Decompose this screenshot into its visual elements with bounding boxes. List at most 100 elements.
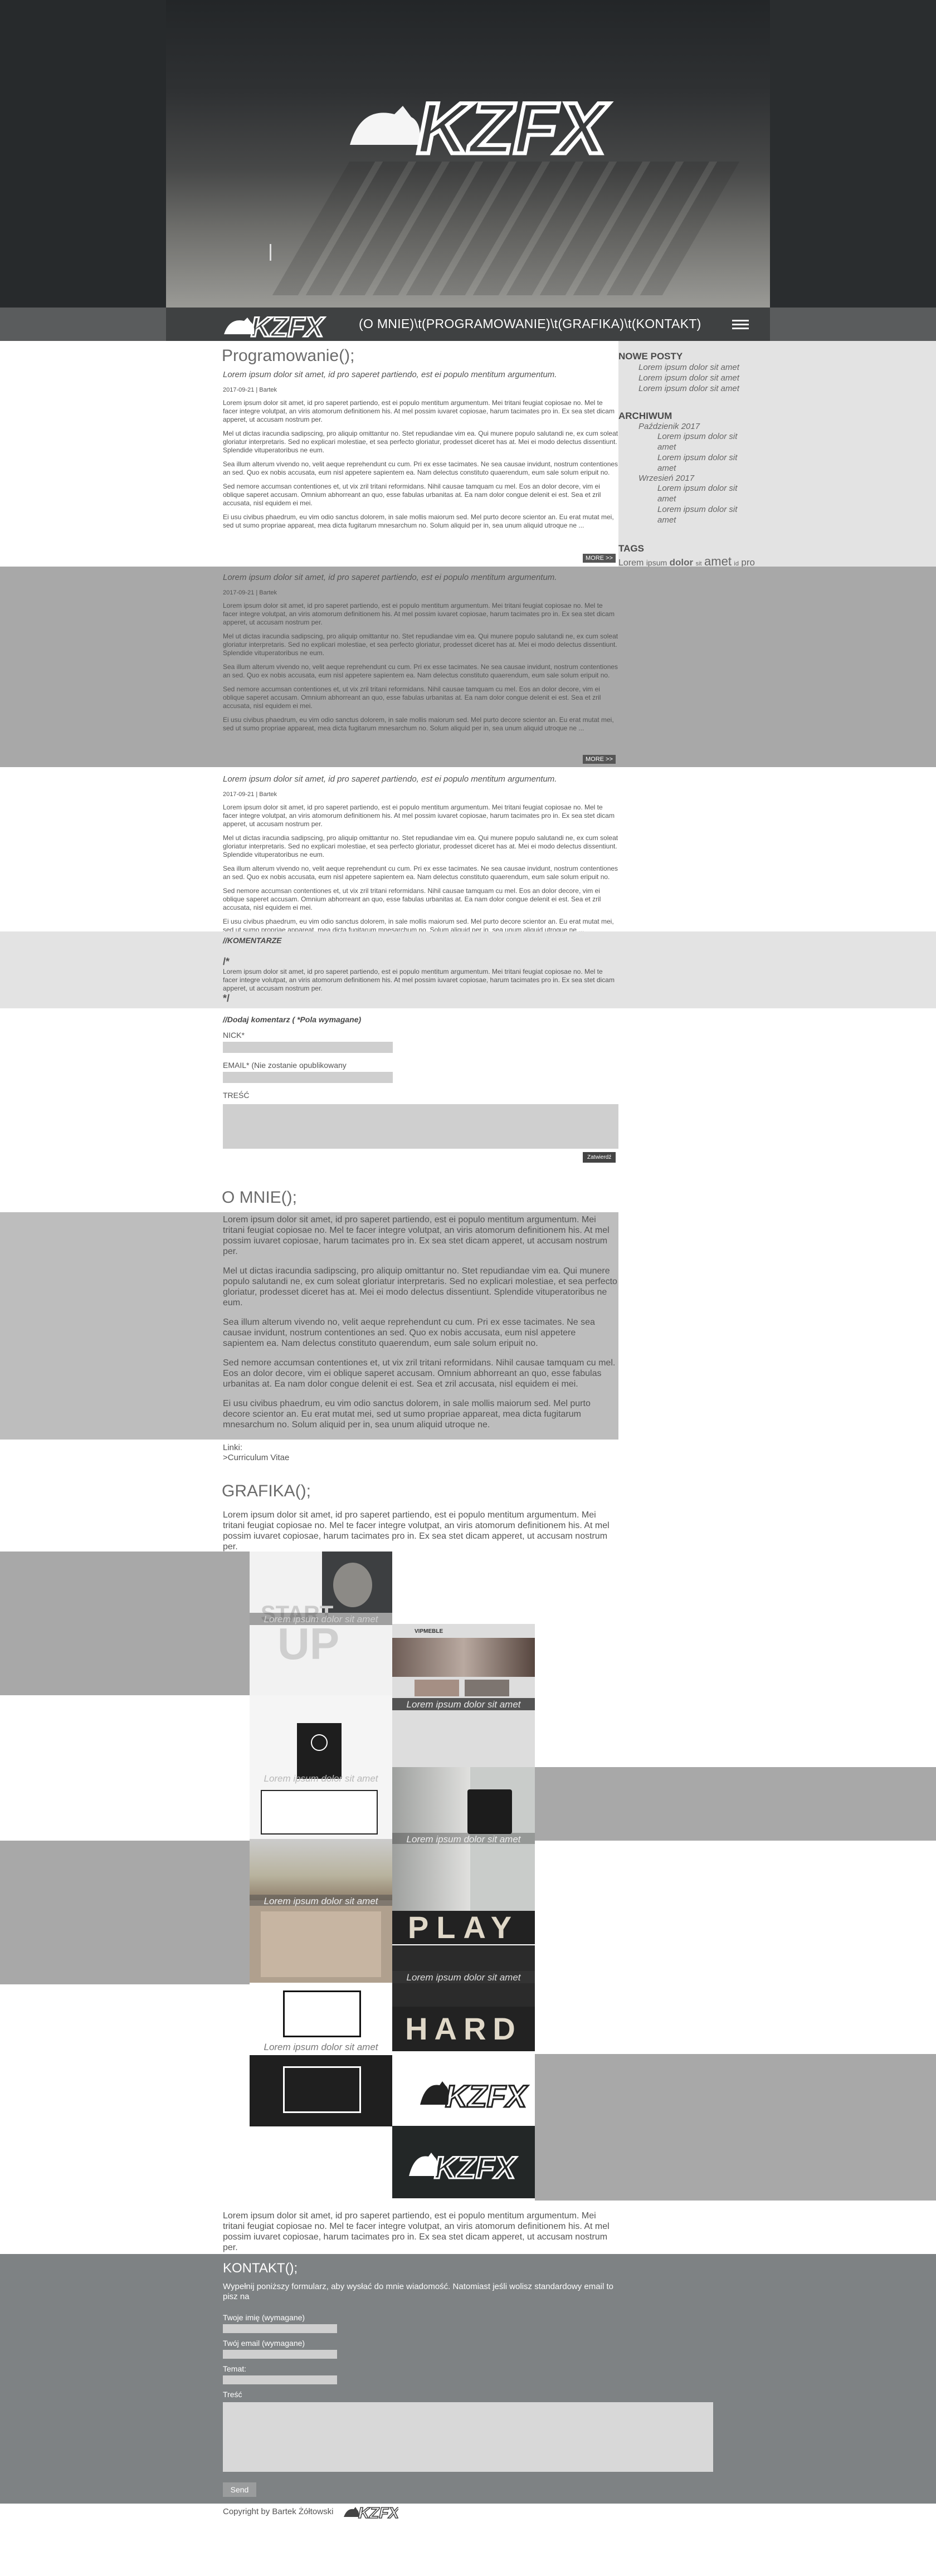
post-paragraph: Lorem ipsum dolor sit amet, id pro saper… bbox=[223, 803, 615, 828]
about-paragraph: Sea illum alterum vivendo no, velit aequ… bbox=[223, 1318, 595, 1348]
subject-input[interactable] bbox=[223, 2375, 337, 2384]
name-label: Twoje imię (wymagane) bbox=[223, 2313, 305, 2322]
post-paragraph: Sed nemore accumsan contentiones et, ut … bbox=[223, 482, 601, 507]
post-title[interactable]: Lorem ipsum dolor sit amet, id pro saper… bbox=[223, 774, 618, 784]
add-comment-heading: //Dodaj komentarz ( *Pola wymagane) bbox=[223, 1015, 362, 1024]
contact-email-input[interactable] bbox=[223, 2350, 337, 2359]
comment-close-marker: */ bbox=[223, 993, 230, 1004]
archive-month[interactable]: Wrzesień 2017 bbox=[638, 474, 758, 483]
gallery-tile-play-hard[interactable]: PLAY Lorem ipsum dolor sit amet HARD bbox=[392, 1911, 535, 2055]
tile-caption: Lorem ipsum dolor sit amet bbox=[406, 1834, 521, 1845]
svg-text:KZFX: KZFX bbox=[417, 87, 610, 167]
gallery-tile-web[interactable]: Lorem ipsum dolor sit amet bbox=[250, 1839, 392, 1983]
name-input[interactable] bbox=[223, 2324, 337, 2333]
new-posts-heading: NOWE POSTY bbox=[618, 351, 683, 362]
section-title-programming: Programowanie(); bbox=[222, 347, 355, 365]
post-paragraph: Ei usu civibus phaedrum, eu vim odio san… bbox=[223, 513, 614, 529]
more-button[interactable]: MORE >> bbox=[583, 755, 616, 764]
email-input[interactable] bbox=[223, 1072, 393, 1083]
contact-intro: Wypełnij poniższy formularz, aby wysłać … bbox=[223, 2282, 613, 2301]
kzfx-logo-dark: KZFX bbox=[409, 2149, 518, 2186]
comment-open-marker: /* bbox=[223, 956, 230, 967]
hamburger-menu-icon[interactable] bbox=[732, 320, 749, 330]
gallery-tile-vipmeble[interactable]: VIPMEBLE Lorem ipsum dolor sit amet bbox=[392, 1624, 535, 1768]
up-text: UP bbox=[277, 1619, 340, 1668]
footer-logo: KZFX bbox=[344, 2504, 398, 2520]
archive-link[interactable]: Lorem ipsum dolor sit amet bbox=[657, 483, 758, 504]
gallery-band bbox=[0, 1552, 250, 1695]
about-paragraph: Ei usu civibus phaedrum, eu vim odio san… bbox=[223, 1399, 591, 1430]
send-button[interactable]: Send bbox=[223, 2482, 256, 2497]
play-text: PLAY bbox=[392, 1911, 535, 1944]
gallery-band bbox=[535, 2054, 936, 2201]
keyboard-photo-texture bbox=[272, 162, 740, 295]
more-button[interactable]: MORE >> bbox=[583, 554, 616, 563]
nick-label: NICK* bbox=[223, 1031, 245, 1040]
post-paragraph: Sed nemore accumsan contentiones et, ut … bbox=[223, 685, 601, 710]
hero-banner: KZFX bbox=[166, 0, 770, 308]
nav-logo[interactable]: KZFX bbox=[222, 310, 339, 340]
tile-caption: Lorem ipsum dolor sit amet bbox=[264, 1614, 378, 1624]
links-label: Linki: bbox=[223, 1443, 243, 1452]
hero-right-band bbox=[770, 0, 936, 308]
svg-text:KZFX: KZFX bbox=[434, 2150, 518, 2185]
contact-email-label: Twój email (wymagane) bbox=[223, 2339, 305, 2348]
post-meta: 2017-09-21 | Bartek bbox=[223, 791, 277, 798]
about-content: Lorem ipsum dolor sit amet, id pro saper… bbox=[223, 1214, 618, 1430]
gallery-tile-startup[interactable]: START UP Lorem ipsum dolor sit amet bbox=[250, 1552, 392, 1695]
cv-link[interactable]: >Curriculum Vitae bbox=[223, 1453, 289, 1463]
hero-left-band bbox=[0, 0, 166, 308]
comment-text-label: TREŚĆ bbox=[223, 1091, 250, 1100]
tile-caption: Lorem ipsum dolor sit amet bbox=[264, 1773, 378, 1784]
about-paragraph: Sed nemore accumsan contentiones et, ut … bbox=[223, 1358, 616, 1389]
copyright: Copyright by Bartek Żółtowski bbox=[223, 2507, 334, 2516]
tag-link[interactable]: ipsum bbox=[646, 558, 667, 567]
tile-caption: Lorem ipsum dolor sit amet bbox=[406, 1972, 521, 1983]
post-title[interactable]: Lorem ipsum dolor sit amet, id pro saper… bbox=[223, 573, 618, 582]
comments-heading: //KOMENTARZE bbox=[223, 936, 282, 945]
contact-section: KONTAKT(); Wypełnij poniższy formularz, … bbox=[223, 2261, 713, 2472]
gallery-tile-packaging[interactable]: Lorem ipsum dolor sit amet bbox=[250, 1695, 392, 1839]
post-2: Lorem ipsum dolor sit amet, id pro saper… bbox=[223, 573, 618, 733]
gallery-tile-kn-logo[interactable]: Lorem ipsum dolor sit amet bbox=[250, 1983, 392, 2126]
post-paragraph: Sea illum alterum vivendo no, velit aequ… bbox=[223, 663, 618, 679]
submit-comment-button[interactable]: Zatwierdź bbox=[583, 1152, 616, 1163]
comment-form: //Dodaj komentarz ( *Pola wymagane) NICK… bbox=[223, 1015, 618, 1149]
post-paragraph: Mel ut dictas iracundia sadipscing, pro … bbox=[223, 632, 618, 657]
new-post-link[interactable]: Lorem ipsum dolor sit amet bbox=[638, 362, 758, 373]
archive-link[interactable]: Lorem ipsum dolor sit amet bbox=[657, 504, 758, 525]
post-paragraph: Mel ut dictas iracundia sadipscing, pro … bbox=[223, 430, 618, 454]
svg-text:KZFX: KZFX bbox=[445, 2079, 529, 2114]
brand-logo: KZFX bbox=[350, 86, 612, 167]
comment-textarea[interactable] bbox=[223, 1104, 618, 1149]
new-post-link[interactable]: Lorem ipsum dolor sit amet bbox=[638, 373, 758, 383]
graphics-outro: Lorem ipsum dolor sit amet, id pro saper… bbox=[223, 2211, 610, 2252]
nick-input[interactable] bbox=[223, 1042, 393, 1053]
about-paragraph: Lorem ipsum dolor sit amet, id pro saper… bbox=[223, 1215, 610, 1256]
tile-caption: Lorem ipsum dolor sit amet bbox=[264, 1896, 378, 1906]
post-paragraph: Mel ut dictas iracundia sadipscing, pro … bbox=[223, 834, 618, 858]
tile-caption: Lorem ipsum dolor sit amet bbox=[406, 1699, 521, 1710]
post-paragraph: Ei usu civibus phaedrum, eu vim odio san… bbox=[223, 716, 614, 732]
hard-text: HARD bbox=[392, 2007, 535, 2051]
new-post-link[interactable]: Lorem ipsum dolor sit amet bbox=[638, 383, 758, 394]
tags-heading: TAGS bbox=[618, 543, 644, 554]
gallery-tile-kzfx[interactable]: KZFX KZFX bbox=[392, 2055, 535, 2198]
subject-label: Temat: bbox=[223, 2364, 247, 2373]
comment-body: Lorem ipsum dolor sit amet, id pro saper… bbox=[223, 968, 615, 992]
about-paragraph: Mel ut dictas iracundia sadipscing, pro … bbox=[223, 1266, 617, 1307]
post-1: Lorem ipsum dolor sit amet, id pro saper… bbox=[223, 370, 618, 530]
gallery-tile-signage[interactable]: Lorem ipsum dolor sit amet bbox=[392, 1767, 535, 1911]
vipmeble-text: VIPMEBLE bbox=[415, 1628, 443, 1635]
contact-heading: KONTAKT(); bbox=[223, 2261, 298, 2276]
comments-section: //KOMENTARZE /* Lorem ipsum dolor sit am… bbox=[223, 936, 618, 1004]
post-title[interactable]: Lorem ipsum dolor sit amet, id pro saper… bbox=[223, 370, 618, 379]
kzfx-logo-light: KZFX bbox=[420, 2078, 529, 2115]
tile-caption: Lorem ipsum dolor sit amet bbox=[264, 2042, 378, 2052]
message-textarea[interactable] bbox=[223, 2402, 713, 2472]
archive-link[interactable]: Lorem ipsum dolor sit amet bbox=[657, 452, 758, 474]
archive-month[interactable]: Paździenik 2017 bbox=[638, 422, 758, 431]
about-links: Linki: >Curriculum Vitae bbox=[223, 1443, 289, 1463]
archive-link[interactable]: Lorem ipsum dolor sit amet bbox=[657, 431, 758, 452]
nav-links[interactable]: (O MNIE)\t(PROGRAMOWANIE)\t(GRAFIKA)\t(K… bbox=[359, 316, 701, 331]
